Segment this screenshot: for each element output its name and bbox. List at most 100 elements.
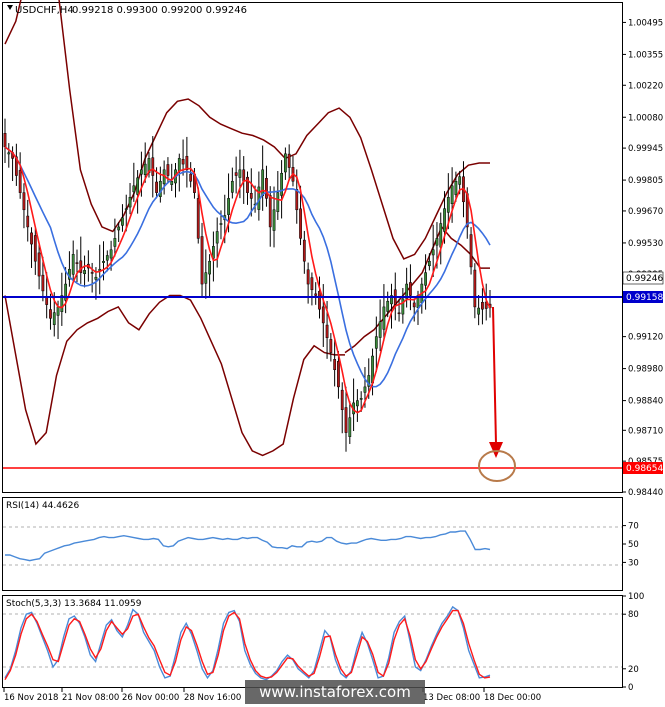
symbol-label: USDCHF,H4 xyxy=(15,5,74,16)
candle xyxy=(75,249,79,283)
target-badge: 0.98654 xyxy=(623,462,663,474)
price-tick-label: 0.99670 xyxy=(628,207,663,217)
price-tick: 0.98980 xyxy=(622,365,663,375)
candle xyxy=(488,289,492,318)
price-tick-label: 0.99120 xyxy=(628,333,663,343)
rsi-panel[interactable] xyxy=(2,497,623,591)
candle xyxy=(158,166,162,203)
candle xyxy=(314,282,318,305)
price-tick: 1.00495 xyxy=(622,18,663,28)
candle xyxy=(469,227,473,275)
candle xyxy=(162,160,166,195)
price-tick-label: 0.99805 xyxy=(628,176,663,186)
bollinger-lower-right xyxy=(344,225,490,354)
price-tick: 1.00355 xyxy=(622,50,663,60)
candle xyxy=(405,267,409,308)
candle xyxy=(280,160,283,219)
candle xyxy=(481,288,484,325)
candle xyxy=(348,401,352,444)
candle xyxy=(170,163,174,191)
time-tick-label: 16 Nov 2018 xyxy=(4,693,58,703)
price-tick: 0.99530 xyxy=(622,239,663,249)
price-tick-label: 0.98710 xyxy=(628,426,663,436)
candle xyxy=(329,333,333,362)
candle xyxy=(64,267,68,314)
candle xyxy=(409,264,412,311)
candle xyxy=(68,251,71,287)
bollinger-bands xyxy=(4,0,490,457)
price-tick: 0.98710 xyxy=(622,426,663,436)
candle xyxy=(83,255,86,288)
candle xyxy=(291,155,295,187)
candle xyxy=(272,186,276,248)
rsi-tick-label: 70 xyxy=(628,522,639,532)
stoch-tick-label: 100 xyxy=(628,592,644,602)
stoch-main-line xyxy=(4,605,491,681)
bollinger-lower xyxy=(4,294,345,457)
price-tick-label: 0.98840 xyxy=(628,397,663,407)
price-tick: 1.00080 xyxy=(622,113,663,123)
candle xyxy=(49,293,52,330)
time-tick-label: 21 Nov 08:00 xyxy=(62,693,119,703)
candle xyxy=(26,199,30,242)
forex-chart: USDCHF,H4 0.99218 0.99300 0.99200 0.9924… xyxy=(2,0,663,704)
candle xyxy=(473,263,477,319)
candle xyxy=(189,162,193,188)
candle xyxy=(18,152,22,199)
candle xyxy=(477,294,481,326)
stoch-label: Stoch(5,3,3) 13.3684 11.0959 xyxy=(6,599,142,609)
price-tick-label: 1.00355 xyxy=(628,50,663,60)
candle xyxy=(333,339,337,387)
rsi-guides xyxy=(3,526,622,566)
candle xyxy=(30,227,33,268)
candle xyxy=(204,249,208,299)
price-tick: 0.98840 xyxy=(622,397,663,407)
candle xyxy=(14,143,18,186)
candle xyxy=(261,145,265,211)
candle xyxy=(302,230,306,274)
candle xyxy=(90,262,94,293)
candle xyxy=(340,382,344,434)
candle xyxy=(230,167,234,199)
last-price-badge: 0.99246 xyxy=(622,271,663,285)
candle xyxy=(113,218,117,257)
candle xyxy=(71,240,75,281)
candle xyxy=(371,348,374,396)
target-price-text: 0.98654 xyxy=(626,464,663,474)
candlesticks xyxy=(3,118,492,452)
candle xyxy=(136,170,140,214)
rsi-axis: 70 50 30 xyxy=(622,522,639,568)
price-tick-label: 0.98440 xyxy=(628,488,663,498)
candle xyxy=(60,272,64,326)
price-tick: 0.98440 xyxy=(622,488,663,498)
ohlc-label: 0.99218 0.99300 0.99200 0.99246 xyxy=(72,5,247,16)
rsi-line xyxy=(5,530,491,562)
price-tick-label: 1.00220 xyxy=(628,81,663,91)
candle xyxy=(98,244,102,295)
price-tick-label: 0.99945 xyxy=(628,144,663,154)
candle xyxy=(321,284,325,347)
candle xyxy=(265,165,268,207)
candle xyxy=(242,156,246,204)
support-price-text: 0.99158 xyxy=(626,293,663,303)
price-tick-label: 1.00495 xyxy=(628,18,663,28)
candle xyxy=(310,272,314,306)
price-tick: 0.99120 xyxy=(622,333,663,343)
candle xyxy=(257,171,261,221)
price-axis: 1.00495 1.00355 1.00220 1.00080 0.99945 0.998… xyxy=(622,18,663,498)
price-panel[interactable] xyxy=(2,2,623,493)
support-badge: 0.99158 xyxy=(623,291,663,303)
candle xyxy=(22,183,26,229)
candle xyxy=(420,277,424,314)
rsi-tick-label: 50 xyxy=(628,540,639,550)
candle xyxy=(37,244,41,290)
price-tick: 0.99945 xyxy=(622,144,663,154)
candle xyxy=(401,287,405,324)
candle xyxy=(7,143,11,168)
candle xyxy=(128,183,132,215)
time-tick-label: 26 Nov 00:00 xyxy=(122,693,179,703)
bollinger-upper xyxy=(4,0,490,260)
watermark: www.instaforex.com xyxy=(245,680,425,704)
stoch-signal-line xyxy=(4,609,491,681)
stoch-tick-label: 80 xyxy=(628,610,639,620)
